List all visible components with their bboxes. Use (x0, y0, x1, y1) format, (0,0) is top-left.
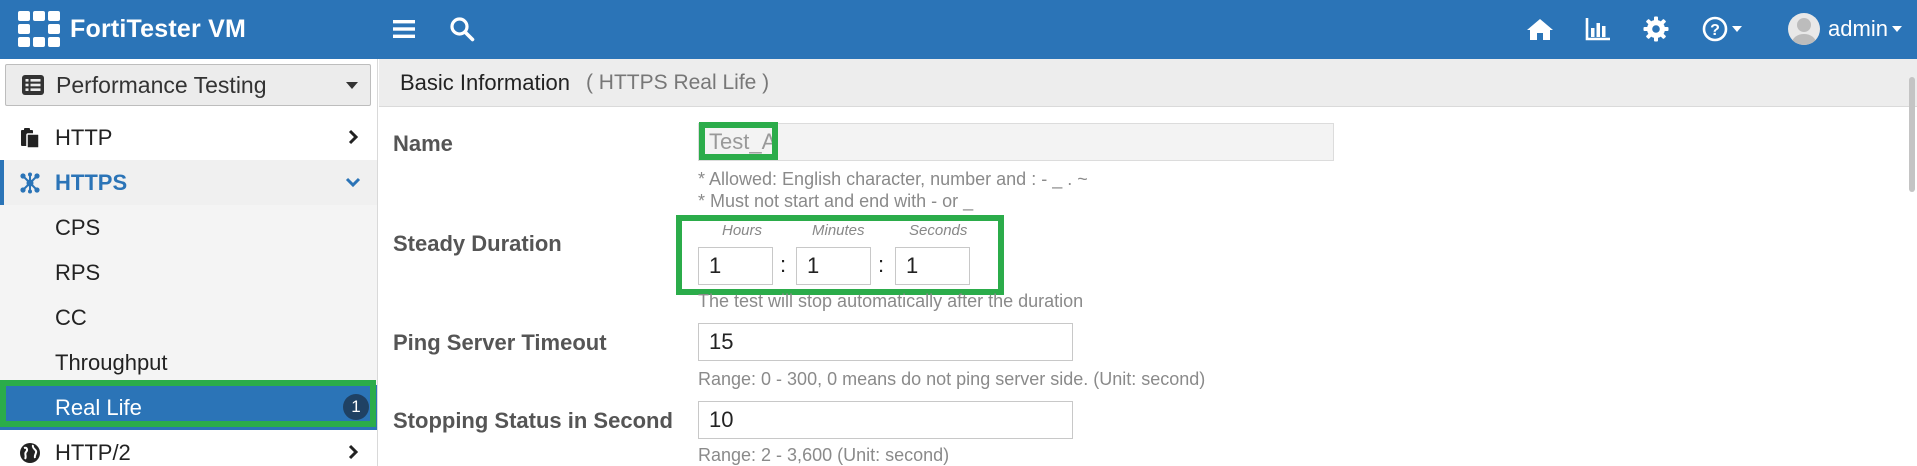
sidebar-item-http2[interactable]: HTTP/2 (0, 430, 377, 466)
avatar (1788, 13, 1821, 45)
panel-header: Basic Information ( HTTPS Real Life ) (379, 59, 1917, 107)
seconds-label: Seconds (909, 222, 968, 239)
top-bar: FortiTester VM ? admin (0, 0, 1917, 59)
sidebar-item-label: HTTP (55, 124, 113, 150)
minutes-label: Minutes (812, 222, 865, 239)
name-input[interactable]: Test_A (698, 123, 1334, 161)
fortinet-logo-icon (18, 11, 60, 47)
chevron-down-icon (343, 172, 363, 192)
time-separator: : (878, 252, 885, 277)
brand[interactable]: FortiTester VM (18, 10, 246, 48)
list-icon (22, 75, 44, 95)
sidebar-item-http[interactable]: HTTP (0, 115, 377, 160)
app-title: FortiTester VM (70, 14, 246, 43)
help-menu[interactable]: ? (1698, 12, 1746, 46)
steady-duration-help: The test will stop automatically after t… (698, 291, 1084, 311)
panel-title: Basic Information (400, 69, 570, 95)
sidebar-item-throughput[interactable]: Throughput (0, 340, 377, 385)
clipboard-icon (18, 126, 42, 150)
sidebar-item-label: CPS (55, 214, 101, 240)
steady-duration-label: Steady Duration (393, 231, 562, 256)
minutes-input[interactable]: 1 (796, 247, 871, 285)
name-label: Name (393, 131, 453, 156)
sidebar-item-label: RPS (55, 259, 101, 285)
menu-icon[interactable] (390, 12, 418, 46)
name-help-allowed: * Allowed: English character, number and… (698, 169, 1088, 189)
chevron-right-icon (343, 127, 363, 147)
scrollbar[interactable] (1909, 77, 1915, 192)
help-icon: ? (1702, 16, 1728, 42)
sidebar-item-cc[interactable]: CC (0, 295, 377, 340)
hours-label: Hours (722, 222, 763, 239)
chevron-right-icon (343, 442, 363, 462)
chevron-down-icon (1891, 26, 1902, 32)
home-icon[interactable] (1524, 12, 1556, 46)
ping-timeout-input[interactable]: 15 (698, 323, 1073, 361)
section-select[interactable]: Performance Testing (5, 64, 371, 106)
chevron-down-icon (346, 82, 358, 89)
count-badge: 1 (343, 394, 369, 420)
ping-timeout-help: Range: 0 - 300, 0 means do not ping serv… (698, 369, 1206, 389)
sidebar-item-https[interactable]: HTTPS (0, 160, 377, 205)
sidebar-item-label: Real Life (55, 394, 142, 420)
stopping-status-input[interactable]: 10 (698, 401, 1073, 439)
sidebar-item-label: Throughput (55, 349, 168, 375)
sidebar: Performance Testing HTTP HTTPS CPS RPS C… (0, 59, 378, 466)
chart-icon[interactable] (1582, 12, 1614, 46)
main-panel: Basic Information ( HTTPS Real Life ) Na… (379, 59, 1917, 466)
sidebar-item-cps[interactable]: CPS (0, 205, 377, 250)
sidebar-item-label: HTTP/2 (55, 439, 131, 465)
network-icon (18, 171, 42, 195)
seconds-input[interactable]: 1 (895, 247, 970, 285)
sidebar-item-label: HTTPS (55, 169, 128, 195)
search-icon[interactable] (448, 12, 476, 46)
time-separator: : (780, 252, 787, 277)
stopping-status-label: Stopping Status in Second (393, 408, 673, 433)
ping-timeout-label: Ping Server Timeout (393, 330, 607, 355)
panel-subtitle: ( HTTPS Real Life ) (585, 70, 770, 94)
sidebar-item-rps[interactable]: RPS (0, 250, 377, 295)
sidebar-item-real-life[interactable]: Real Life 1 (0, 385, 377, 430)
svg-text:?: ? (1710, 22, 1720, 39)
globe-icon (18, 441, 42, 465)
section-select-label: Performance Testing (56, 71, 267, 98)
hours-input[interactable]: 1 (698, 247, 773, 285)
chevron-down-icon (1732, 26, 1742, 32)
user-label: admin (1828, 16, 1888, 41)
user-menu[interactable]: admin (1780, 12, 1910, 46)
gear-icon[interactable] (1640, 12, 1672, 46)
sidebar-item-label: CC (55, 304, 87, 330)
stopping-status-help: Range: 2 - 3,600 (Unit: second) (698, 445, 950, 465)
name-help-start-end: * Must not start and end with - or _ (698, 191, 974, 211)
